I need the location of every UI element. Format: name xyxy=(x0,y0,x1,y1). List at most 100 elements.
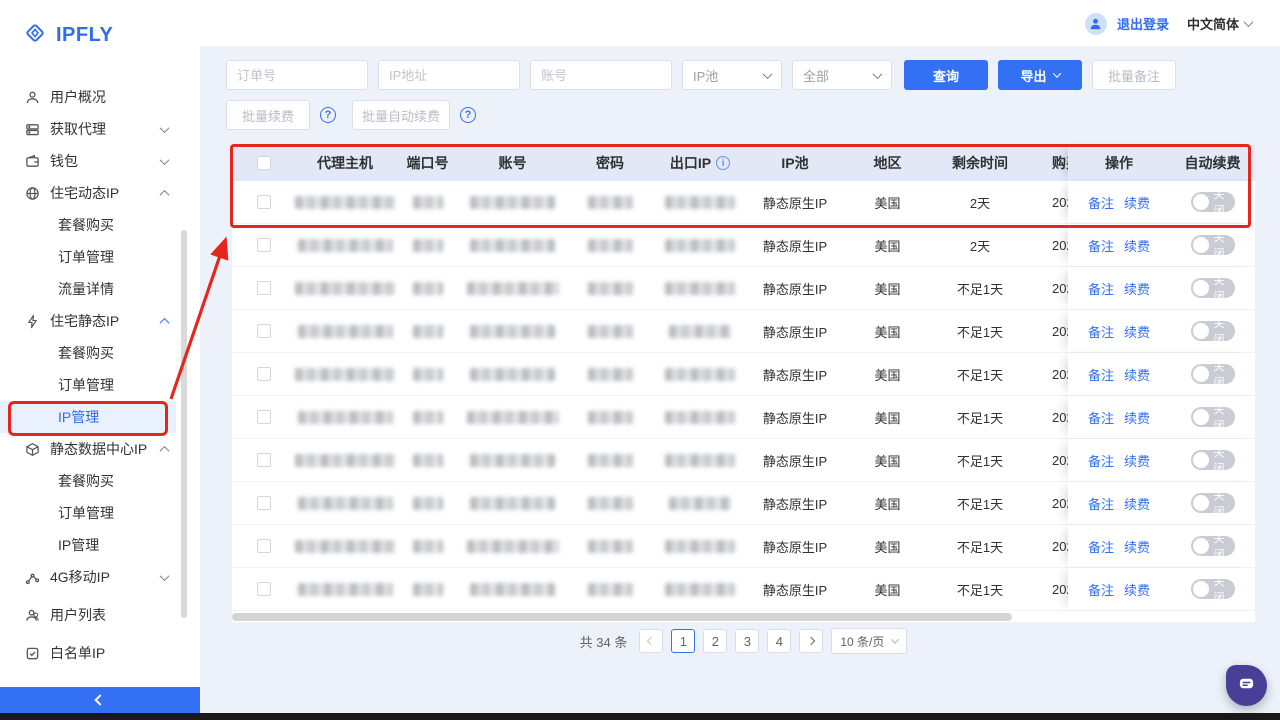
batch-remark-button[interactable]: 批量备注 xyxy=(1092,60,1176,90)
blurred-port xyxy=(413,239,443,252)
blurred-proxy-host xyxy=(298,497,393,510)
renew-link[interactable]: 续费 xyxy=(1124,193,1150,212)
sidebar-item-5[interactable]: 订单管理 xyxy=(0,241,200,273)
sidebar-item-1[interactable]: 获取代理 xyxy=(0,113,200,145)
renew-link[interactable]: 续费 xyxy=(1124,365,1150,384)
row-checkbox[interactable] xyxy=(257,238,271,252)
sidebar-item-12[interactable]: 套餐购买 xyxy=(0,465,200,497)
question-circle-icon[interactable]: ? xyxy=(460,107,476,123)
renew-link[interactable]: 续费 xyxy=(1124,537,1150,556)
row-checkbox[interactable] xyxy=(257,195,271,209)
sidebar-item-16[interactable]: 用户列表 xyxy=(0,599,200,631)
auto-renew-toggle[interactable]: 关闭 xyxy=(1191,364,1235,384)
remark-link[interactable]: 备注 xyxy=(1088,580,1114,599)
row-checkbox[interactable] xyxy=(257,410,271,424)
order-number-input[interactable] xyxy=(226,60,368,90)
sidebar-item-14[interactable]: IP管理 xyxy=(0,529,200,561)
renew-link[interactable]: 续费 xyxy=(1124,279,1150,298)
blurred-exit-ip xyxy=(665,239,735,252)
sidebar-scrollbar[interactable] xyxy=(181,230,187,618)
row-checkbox[interactable] xyxy=(257,324,271,338)
bolt-icon xyxy=(24,313,40,329)
remark-link[interactable]: 备注 xyxy=(1088,236,1114,255)
renew-link[interactable]: 续费 xyxy=(1124,494,1150,513)
info-circle-icon[interactable]: i xyxy=(716,156,730,170)
sidebar-item-15[interactable]: 4G移动IP xyxy=(0,561,200,593)
row-checkbox[interactable] xyxy=(257,582,271,596)
sidebar-item-7[interactable]: 住宅静态IP xyxy=(0,305,200,337)
batch-auto-renew-button[interactable]: 批量自动续费 xyxy=(352,100,450,130)
renew-link[interactable]: 续费 xyxy=(1124,236,1150,255)
sidebar-item-17[interactable]: 白名单IP xyxy=(0,637,200,669)
sidebar-item-8[interactable]: 套餐购买 xyxy=(0,337,200,369)
query-button[interactable]: 查询 xyxy=(904,60,988,90)
auto-renew-toggle[interactable]: 关闭 xyxy=(1191,536,1235,556)
renew-link[interactable]: 续费 xyxy=(1124,451,1150,470)
pagination-page-4[interactable]: 4 xyxy=(767,629,791,653)
renew-link[interactable]: 续费 xyxy=(1124,580,1150,599)
cell-purchase-time: 2025-03 xyxy=(1030,482,1068,524)
sidebar-collapse-button[interactable] xyxy=(0,687,200,713)
sidebar-item-0[interactable]: 用户概况 xyxy=(0,81,200,113)
sidebar-item-6[interactable]: 流量详情 xyxy=(0,273,200,305)
auto-renew-toggle[interactable]: 关闭 xyxy=(1191,321,1235,341)
blurred-exit-ip xyxy=(665,540,735,553)
row-checkbox[interactable] xyxy=(257,496,271,510)
toggle-state-label: 关闭 xyxy=(1214,229,1235,261)
remark-link[interactable]: 备注 xyxy=(1088,451,1114,470)
status-select[interactable]: 全部 xyxy=(792,60,892,90)
export-button[interactable]: 导出 xyxy=(998,60,1082,90)
toggle-knob-icon xyxy=(1193,323,1209,339)
auto-renew-toggle[interactable]: 关闭 xyxy=(1191,450,1235,470)
row-checkbox[interactable] xyxy=(257,367,271,381)
remark-link[interactable]: 备注 xyxy=(1088,279,1114,298)
remark-link[interactable]: 备注 xyxy=(1088,494,1114,513)
col-header-pool: IP池 xyxy=(745,145,845,181)
pagination-next-button[interactable] xyxy=(799,629,823,653)
remark-link[interactable]: 备注 xyxy=(1088,322,1114,341)
sidebar-item-4[interactable]: 套餐购买 xyxy=(0,209,200,241)
blurred-exit-ip xyxy=(665,454,735,467)
auto-renew-toggle[interactable]: 关闭 xyxy=(1191,235,1235,255)
renew-link[interactable]: 续费 xyxy=(1124,322,1150,341)
auto-renew-toggle[interactable]: 关闭 xyxy=(1191,579,1235,599)
remark-link[interactable]: 备注 xyxy=(1088,365,1114,384)
auto-renew-toggle[interactable]: 关闭 xyxy=(1191,407,1235,427)
row-checkbox[interactable] xyxy=(257,453,271,467)
pagination-prev-button[interactable] xyxy=(639,629,663,653)
horizontal-scrollbar xyxy=(232,612,1255,622)
row-checkbox[interactable] xyxy=(257,281,271,295)
cell-region: 美国 xyxy=(845,310,930,352)
select-all-checkbox[interactable] xyxy=(257,156,271,170)
language-selector[interactable]: 中文简体 xyxy=(1187,14,1252,33)
remark-link[interactable]: 备注 xyxy=(1088,408,1114,427)
sidebar-item-3[interactable]: 住宅动态IP xyxy=(0,177,200,209)
question-circle-icon[interactable]: ? xyxy=(320,107,336,123)
pagination-page-1[interactable]: 1 xyxy=(671,629,695,653)
table-row: 静态原生IP 美国 不足1天 2025-03 备注 续费 关闭 xyxy=(232,353,1255,396)
pagination-page-3[interactable]: 3 xyxy=(735,629,759,653)
sidebar-item-ip-management-active[interactable]: IP管理 xyxy=(0,401,176,433)
account-input[interactable] xyxy=(530,60,672,90)
auto-renew-toggle[interactable]: 关闭 xyxy=(1191,493,1235,513)
horizontal-scrollbar-thumb[interactable] xyxy=(232,613,1012,621)
auto-renew-toggle[interactable]: 关闭 xyxy=(1191,278,1235,298)
sidebar-item-13[interactable]: 订单管理 xyxy=(0,497,200,529)
batch-renew-button[interactable]: 批量续费 xyxy=(226,100,310,130)
sidebar-item-11[interactable]: 静态数据中心IP xyxy=(0,433,200,465)
chevron-down-icon xyxy=(160,571,170,581)
row-checkbox[interactable] xyxy=(257,539,271,553)
pagination-page-2[interactable]: 2 xyxy=(703,629,727,653)
page-size-select[interactable]: 10 条/页 xyxy=(831,628,907,654)
ip-address-input[interactable] xyxy=(378,60,520,90)
auto-renew-toggle[interactable]: 关闭 xyxy=(1191,192,1235,212)
remark-link[interactable]: 备注 xyxy=(1088,537,1114,556)
chat-launcher-button[interactable] xyxy=(1226,665,1267,706)
sidebar-item-2[interactable]: 钱包 xyxy=(0,145,200,177)
logout-button[interactable]: 退出登录 xyxy=(1117,14,1169,33)
sidebar-item-9[interactable]: 订单管理 xyxy=(0,369,200,401)
remark-link[interactable]: 备注 xyxy=(1088,193,1114,212)
cell-ip-pool: 静态原生IP xyxy=(745,568,845,610)
ip-pool-select[interactable]: IP池 xyxy=(682,60,782,90)
renew-link[interactable]: 续费 xyxy=(1124,408,1150,427)
